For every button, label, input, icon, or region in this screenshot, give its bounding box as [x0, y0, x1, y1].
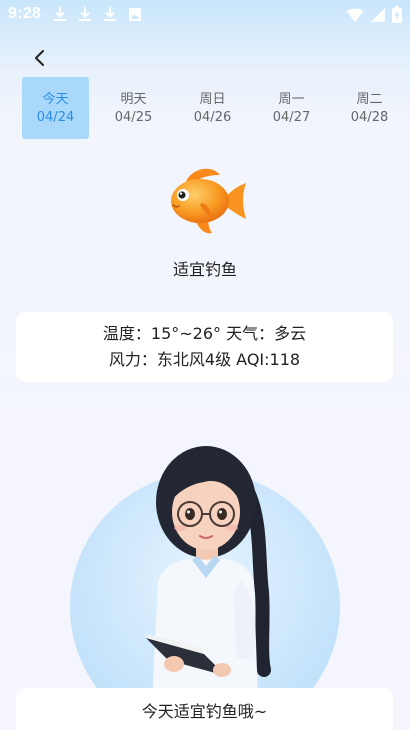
tab-weekday: 周一 — [278, 92, 305, 107]
message-card: 今天适宜钓鱼哦~ — [16, 688, 393, 730]
tab-today[interactable]: 今天 04/24 — [22, 77, 89, 139]
download-icon — [53, 6, 67, 22]
tab-date: 04/28 — [350, 110, 389, 125]
back-button[interactable] — [28, 46, 52, 70]
girl-with-book-illustration — [146, 446, 271, 702]
weather-card: 温度：15°~26° 天气：多云 风力：东北风4级 AQI:118 — [16, 312, 393, 382]
status-bar: 9:28 — [0, 0, 410, 28]
tab-weekday: 今天 — [42, 92, 69, 107]
tab-date: 04/24 — [36, 110, 75, 125]
download-icon — [103, 6, 117, 22]
tab-tuesday[interactable]: 周二 04/28 — [336, 77, 403, 139]
status-time: 9:28 — [8, 5, 42, 22]
download-icon — [78, 6, 92, 22]
date-tabs: 今天 04/24 明天 04/25 周日 04/26 周一 04/27 周二 0… — [22, 77, 410, 139]
tab-date: 04/26 — [193, 110, 232, 125]
fish-icon — [171, 168, 246, 234]
message-text: 今天适宜钓鱼哦~ — [141, 702, 268, 721]
tab-date: 04/25 — [114, 110, 153, 125]
wifi-icon — [346, 7, 364, 27]
image-icon — [128, 6, 142, 22]
chevron-left-icon — [35, 50, 44, 66]
fishing-verdict: 适宜钓鱼 — [172, 260, 237, 279]
temperature-weather-text: 温度：15°~26° 天气：多云 — [102, 324, 307, 343]
battery-icon — [392, 6, 402, 27]
signal-icon — [370, 7, 386, 27]
tab-weekday: 明天 — [120, 92, 147, 107]
tab-weekday: 周二 — [356, 92, 383, 107]
tab-tomorrow[interactable]: 明天 04/25 — [100, 77, 167, 139]
tab-date: 04/27 — [272, 110, 311, 125]
tab-monday[interactable]: 周一 04/27 — [258, 77, 325, 139]
tab-weekday: 周日 — [199, 92, 226, 107]
wind-aqi-text: 风力：东北风4级 AQI:118 — [108, 350, 301, 369]
tab-sunday[interactable]: 周日 04/26 — [179, 77, 246, 139]
